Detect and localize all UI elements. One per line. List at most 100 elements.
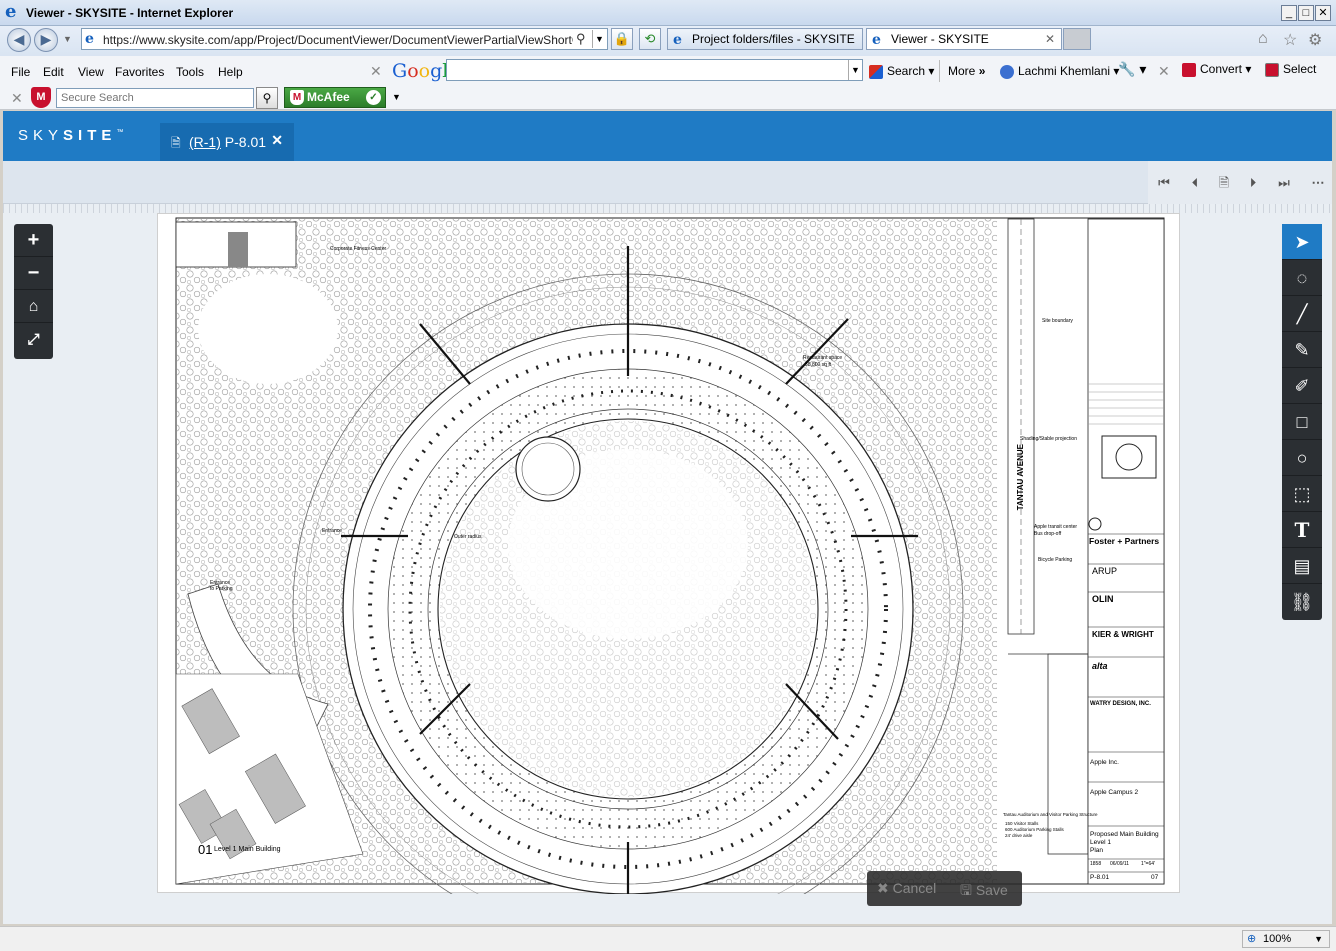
skysite-logo[interactable]: SKYSITE™ — [18, 127, 123, 144]
tab-project-folders[interactable]: e Project folders/files - SKYSITE — [667, 28, 863, 50]
forward-button[interactable]: ▶ — [34, 28, 58, 52]
cancel-button[interactable]: ✖ Cancel — [877, 880, 936, 897]
first-page-icon[interactable]: ⏮ — [1154, 173, 1174, 193]
document-tab-close-icon[interactable]: ✕ — [271, 132, 283, 149]
menu-tools[interactable]: Tools — [176, 65, 204, 79]
text-tool-icon[interactable]: T — [1282, 512, 1322, 548]
home-view-icon[interactable]: ⌂ — [14, 290, 53, 323]
cloud-tool-icon[interactable]: ⬚ — [1282, 476, 1322, 512]
drawing-sheet[interactable]: Foster + Partners ARUP OLIN KIER & WRIGH… — [157, 213, 1180, 894]
zoom-out-icon[interactable]: − — [14, 257, 53, 290]
more-options-icon[interactable]: ⋯ — [1308, 173, 1328, 193]
zoom-level: 100% — [1263, 933, 1292, 945]
label-outer-radius: Outer radius — [454, 534, 482, 540]
title-watry: WATRY DESIGN, INC. — [1090, 701, 1151, 707]
circle-tool-icon[interactable]: ○ — [1282, 440, 1322, 476]
convert-toolbar-close-icon[interactable]: ✕ — [1158, 63, 1170, 80]
menu-view[interactable]: View — [78, 65, 104, 79]
brand-bold: SITE — [63, 127, 117, 144]
label-entrance: Entrance — [322, 528, 343, 534]
document-tab[interactable]: 🗎 (R-1) P-8.01 ✕ — [160, 123, 294, 161]
maximize-button[interactable]: □ — [1298, 5, 1314, 21]
last-page-icon[interactable]: ⏭ — [1274, 173, 1294, 193]
zoom-dropdown-icon[interactable]: ▼ — [1314, 931, 1323, 947]
tab-viewer[interactable]: e Viewer - SKYSITE ✕ — [866, 28, 1062, 50]
menu-edit[interactable]: Edit — [43, 65, 64, 79]
rectangle-tool-icon[interactable]: □ — [1282, 404, 1322, 440]
select-pointer-icon[interactable]: ➤ — [1282, 224, 1322, 260]
menu-file[interactable]: File — [11, 65, 30, 79]
parking-structure — [1047, 653, 1089, 855]
user-name: Lachmi Khemlani — [1018, 64, 1111, 78]
document-tab-label: (R-1) P-8.01 — [189, 134, 266, 150]
revision-link[interactable]: (R-1) — [189, 134, 221, 150]
label-parking-structure: Tantau Auditorium and Visitor Parking St… — [1003, 812, 1098, 817]
save-label: Save — [975, 882, 1008, 898]
next-page-icon[interactable]: ⏵ — [1243, 173, 1263, 193]
mcafee-label: McAfee — [307, 90, 350, 104]
window-title: Viewer - SKYSITE - Internet Explorer — [26, 6, 234, 20]
home-icon[interactable]: ⌂ — [1258, 30, 1268, 48]
wrench-icon[interactable]: 🔧 ▾ — [1118, 61, 1146, 78]
lock-icon[interactable]: 🔒 — [611, 28, 633, 50]
google-search-dropdown-icon[interactable]: ▼ — [848, 60, 862, 80]
save-button[interactable]: 🖫 Save — [960, 880, 1008, 904]
highlighter-icon[interactable]: ✐ — [1282, 368, 1322, 404]
document-canvas[interactable]: Foster + Partners ARUP OLIN KIER & WRIGH… — [3, 204, 1332, 924]
pavilion — [515, 436, 581, 502]
plan-label: Level 1 Main Building — [214, 846, 281, 853]
more-button[interactable]: More » — [948, 64, 985, 78]
search-icon[interactable]: ⚲ — [576, 31, 586, 47]
back-button[interactable]: ◀ — [7, 28, 31, 52]
user-account-button[interactable]: Lachmi Khemlani ▾ — [1000, 64, 1119, 79]
sheet-number: P-8.01 — [224, 134, 267, 150]
mcafee-toolbar: ✕ M ⚲ M McAfee ✓ ▼ — [0, 86, 1336, 110]
note-tool-icon[interactable]: ▤ — [1282, 548, 1322, 584]
secure-search-input[interactable] — [56, 88, 254, 108]
refresh-button[interactable]: ⟲ — [639, 28, 661, 50]
viewer-toolbar: ⏮ ⏴ 🗎 ⏵ ⏭ ⋯ — [3, 161, 1332, 204]
more-label: More — [948, 64, 976, 78]
mcafee-close-icon[interactable]: ✕ — [11, 90, 23, 107]
minimize-button[interactable]: _ — [1281, 5, 1297, 21]
new-tab-button[interactable] — [1063, 28, 1091, 50]
close-window-button[interactable]: ✕ — [1315, 5, 1331, 21]
previous-page-icon[interactable]: ⏴ — [1185, 173, 1205, 193]
title-block — [1087, 218, 1165, 885]
history-dropdown-icon[interactable]: ▼ — [63, 34, 72, 44]
zoom-in-icon[interactable]: + — [14, 224, 53, 257]
lasso-icon[interactable]: ◌ — [1282, 260, 1322, 296]
plan-number: 01 — [198, 842, 213, 857]
zoom-level-control[interactable]: ⊕ 100% ▼ — [1242, 930, 1330, 948]
url-field[interactable]: e https://www.skysite.com/app/Project/Do… — [81, 28, 608, 50]
cancel-label: Cancel — [892, 880, 937, 896]
search-label: Search — [887, 64, 926, 78]
mcafee-shield-icon: M — [31, 87, 51, 108]
select-button[interactable]: Select — [1265, 62, 1316, 77]
label-fitness: Corporate Fitness Center — [330, 246, 387, 252]
mcafee-button[interactable]: M McAfee ✓ — [284, 87, 386, 108]
menu-help[interactable]: Help — [218, 65, 243, 79]
secure-search-button[interactable]: ⚲ — [256, 87, 278, 109]
title-alta: alta — [1092, 661, 1108, 671]
menu-favorites[interactable]: Favorites — [115, 65, 164, 79]
mcafee-dropdown-icon[interactable]: ▼ — [392, 92, 401, 102]
fit-to-screen-icon[interactable]: ⤢ — [14, 323, 53, 356]
google-search-input[interactable]: ▼ — [446, 59, 863, 81]
label-restaurant-area: 58,800 sq ft — [805, 362, 832, 368]
lawn-area — [198, 274, 338, 384]
pen-tool-icon[interactable]: ✎ — [1282, 332, 1322, 368]
google-search-button[interactable]: Search ▾ — [869, 64, 934, 79]
favorites-star-icon[interactable]: ☆ — [1283, 30, 1297, 50]
convert-button[interactable]: Convert ▾ — [1182, 62, 1251, 77]
settings-gear-icon[interactable]: ⚙ — [1308, 30, 1322, 50]
hyperlink-tool-icon[interactable]: ⛓ — [1282, 584, 1322, 620]
pdf-convert-icon — [1182, 62, 1196, 77]
page-list-icon[interactable]: 🗎 — [1214, 173, 1234, 193]
url-dropdown-icon[interactable]: ▼ — [592, 30, 606, 48]
brand-tm: ™ — [116, 129, 124, 136]
tab-close-icon[interactable]: ✕ — [1045, 29, 1055, 49]
line-tool-icon[interactable]: ╱ — [1282, 296, 1322, 332]
street-label: TANTAU AVENUE — [1016, 444, 1025, 511]
google-toolbar-close-icon[interactable]: ✕ — [370, 63, 382, 80]
